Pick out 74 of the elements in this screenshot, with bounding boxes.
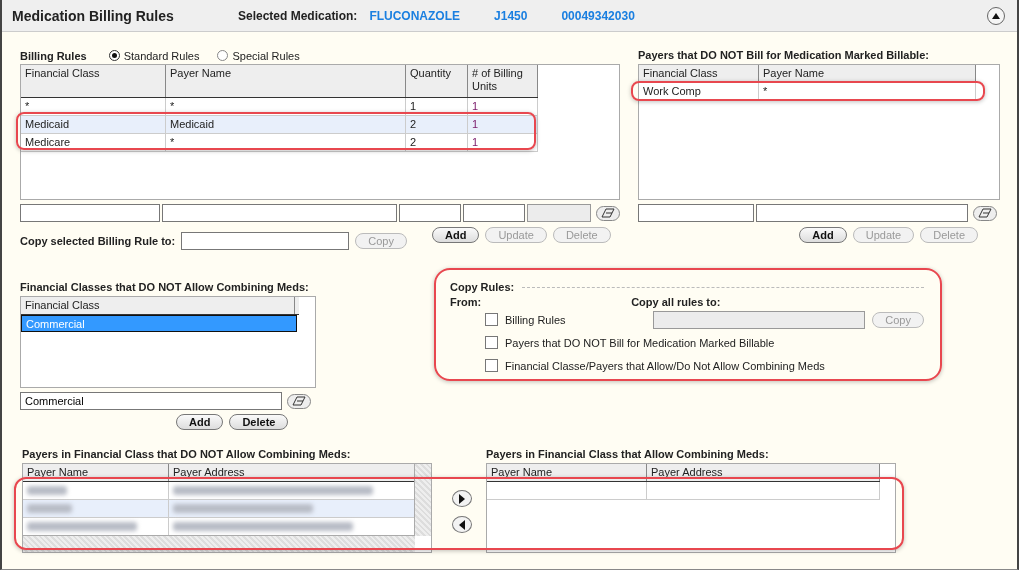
checkbox[interactable] <box>485 359 498 372</box>
radio-label: Special Rules <box>232 49 300 62</box>
table-cell: 1 <box>468 98 538 115</box>
right-triangle-icon <box>459 493 465 504</box>
column-header[interactable]: Payer Name <box>166 65 406 97</box>
redacted-text <box>27 486 67 495</box>
table-cell: 1 <box>468 134 538 151</box>
radio-button[interactable] <box>217 50 229 61</box>
financial-class-field[interactable]: Commercial <box>20 392 282 410</box>
checkbox[interactable] <box>485 313 498 326</box>
action-button[interactable]: Delete <box>229 414 289 430</box>
vertical-scrollbar[interactable] <box>414 464 431 536</box>
move-left-button[interactable] <box>452 516 472 533</box>
column-header[interactable]: Financial Class <box>21 65 166 97</box>
radio-label: Standard Rules <box>123 49 200 62</box>
radio-button[interactable] <box>108 50 120 61</box>
column-header[interactable]: Payer Name <box>759 65 976 82</box>
action-button[interactable]: Add <box>176 414 224 430</box>
checkbox[interactable] <box>485 336 498 349</box>
copy-rules-title: Copy Rules: <box>450 281 515 293</box>
table-cell: 2 <box>406 116 468 133</box>
section-title: Financial Classes that DO NOT Allow Combining Meds: <box>20 280 310 295</box>
table-cell: * <box>166 98 406 115</box>
entry-field[interactable] <box>756 204 968 222</box>
table-cell: 2 <box>406 134 468 151</box>
column-header[interactable]: # of Billing Units <box>468 65 538 97</box>
from-label: From: <box>450 296 482 308</box>
move-right-button[interactable] <box>452 490 472 507</box>
table-row[interactable]: Medicaid Medicaid 2 1 <box>21 116 538 134</box>
table-row[interactable]: Work Comp * <box>639 83 976 101</box>
column-header[interactable]: Quantity <box>406 65 468 97</box>
table-cell: * <box>166 134 406 151</box>
table-cell: Medicare <box>21 134 166 151</box>
table-cell: 1 <box>406 98 468 115</box>
entry-field[interactable] <box>463 204 526 222</box>
eraser-button[interactable] <box>287 393 311 409</box>
column-header[interactable]: Payer Address <box>647 464 880 481</box>
action-button[interactable]: Add <box>799 227 847 243</box>
billing-rules-label: Billing Rules <box>20 49 87 62</box>
column-header[interactable]: Financial Class <box>639 65 759 82</box>
checkbox-label: Financial Classe/Payers that Allow/Do Not Allow Combining Meds <box>505 359 825 372</box>
left-triangle-icon <box>459 519 465 530</box>
table-cell: Medicaid <box>21 116 166 133</box>
up-triangle-icon <box>991 11 1001 20</box>
section-title: Payers in Financial Class that DO NOT Allow Combining Meds: <box>22 447 352 462</box>
column-header[interactable]: Payer Name <box>23 464 169 481</box>
eraser-button[interactable] <box>973 205 997 221</box>
entry-field[interactable] <box>399 204 462 222</box>
table-row[interactable]: Medicare * 2 1 <box>21 134 538 152</box>
selected-medication-label: Selected Medication: <box>238 8 358 23</box>
copy-billing-rule-label: Copy selected Billing Rule to: <box>20 235 176 247</box>
table-cell: * <box>21 98 166 115</box>
medication-value: FLUCONAZOLE <box>369 8 461 23</box>
table-cell: 1 <box>468 116 538 133</box>
page-title: Medication Billing Rules <box>12 7 175 24</box>
redacted-text <box>27 504 72 513</box>
checkbox-label: Payers that DO NOT Bill for Medication Marked Billable <box>505 336 775 349</box>
table-cell: Work Comp <box>639 83 759 100</box>
section-title: Payers in Financial Class that Allow Combining Meds: <box>486 447 770 462</box>
entry-field[interactable] <box>162 204 398 222</box>
action-button[interactable]: Add <box>432 227 480 243</box>
entry-field[interactable] <box>638 204 754 222</box>
copy-all-rules-label: Copy all rules to: <box>631 296 721 308</box>
eraser-button[interactable] <box>596 205 620 221</box>
checkbox-label: Billing Rules <box>505 313 566 326</box>
table-cell: Medicaid <box>166 116 406 133</box>
medication-value: J1450 <box>494 8 528 23</box>
table-cell: * <box>759 83 976 100</box>
collapse-button[interactable] <box>987 6 1005 25</box>
column-header[interactable]: Payer Name <box>487 464 647 481</box>
medication-value: 00049342030 <box>561 8 635 23</box>
section-title: Payers that DO NOT Bill for Medication Marked Billable: <box>638 48 930 63</box>
entry-field[interactable] <box>20 204 160 222</box>
copy-target-field[interactable] <box>181 232 350 250</box>
